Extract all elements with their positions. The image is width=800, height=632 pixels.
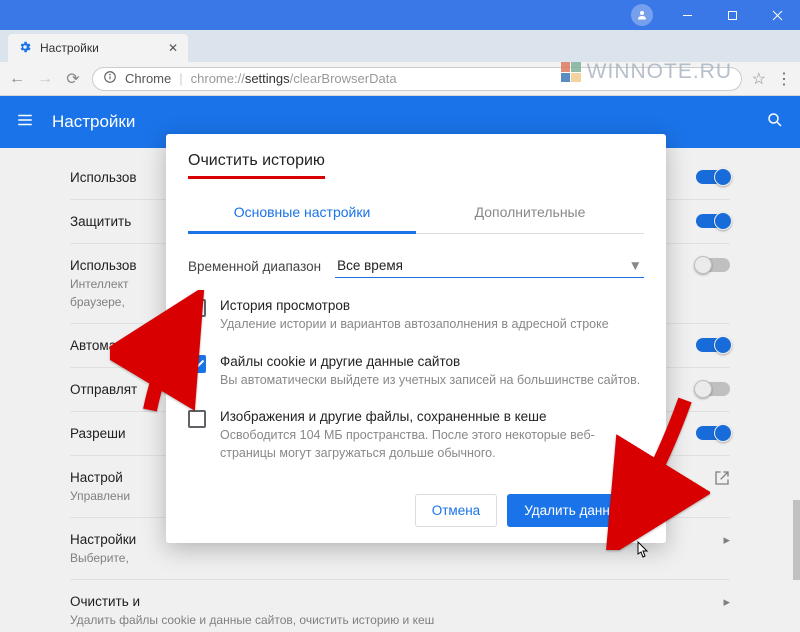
reload-icon[interactable]: ⟳ [64, 69, 82, 89]
tab-title: Настройки [40, 41, 99, 55]
clear-option[interactable]: Изображения и другие файлы, сохраненные … [188, 399, 644, 472]
dropdown-arrow-icon: ▼ [629, 258, 642, 273]
checkbox[interactable] [188, 299, 206, 317]
dialog-actions: Отмена Удалить данные [188, 494, 644, 527]
option-desc: Удаление истории и вариантов автозаполне… [220, 316, 609, 334]
browser-tab-strip: Настройки ✕ [0, 30, 800, 62]
tab-basic[interactable]: Основные настройки [188, 193, 416, 234]
dialog-tabs: Основные настройки Дополнительные [188, 193, 644, 234]
clear-history-dialog: Очистить историю Основные настройки Допо… [166, 134, 666, 543]
tab-advanced[interactable]: Дополнительные [416, 193, 644, 233]
browser-tab[interactable]: Настройки ✕ [8, 34, 188, 62]
clear-option[interactable]: История просмотров Удаление истории и вар… [188, 288, 644, 344]
scrollbar-thumb[interactable] [793, 500, 800, 580]
time-range-label: Временной диапазон [188, 259, 321, 274]
option-desc: Освободится 104 МБ пространства. После э… [220, 427, 644, 462]
search-icon[interactable] [766, 111, 784, 134]
user-avatar-icon[interactable] [631, 4, 653, 26]
hamburger-icon[interactable] [16, 111, 34, 134]
option-desc: Вы автоматически выйдете из учетных запи… [220, 372, 640, 390]
option-title: Изображения и другие файлы, сохраненные … [220, 409, 644, 424]
gear-icon [18, 40, 32, 57]
dialog-title: Очистить историю [188, 152, 325, 179]
menu-dots-icon[interactable]: ⋮ [776, 69, 792, 89]
cancel-button[interactable]: Отмена [415, 494, 497, 527]
option-title: Файлы cookie и другие данные сайтов [220, 354, 640, 369]
option-title: История просмотров [220, 298, 609, 313]
checkbox[interactable] [188, 355, 206, 373]
url-text: chrome://settings/clearBrowserData [191, 71, 397, 86]
minimize-button[interactable] [665, 0, 710, 30]
bookmark-star-icon[interactable]: ☆ [752, 69, 766, 89]
info-icon [103, 70, 117, 87]
time-range-row: Временной диапазон Все время ▼ [188, 234, 644, 288]
window-titlebar [0, 0, 800, 30]
forward-icon[interactable]: → [36, 70, 54, 88]
clear-data-button[interactable]: Удалить данные [507, 494, 644, 527]
watermark: WINNOTE.RU [561, 60, 732, 84]
url-scheme-label: Chrome [125, 71, 171, 86]
settings-title: Настройки [52, 112, 135, 132]
close-window-button[interactable] [755, 0, 800, 30]
time-range-select[interactable]: Все время ▼ [335, 254, 644, 278]
maximize-button[interactable] [710, 0, 755, 30]
clear-option[interactable]: Файлы cookie и другие данные сайтов Вы ав… [188, 344, 644, 400]
back-icon[interactable]: ← [8, 70, 26, 88]
checkbox[interactable] [188, 410, 206, 428]
close-tab-icon[interactable]: ✕ [168, 41, 178, 55]
